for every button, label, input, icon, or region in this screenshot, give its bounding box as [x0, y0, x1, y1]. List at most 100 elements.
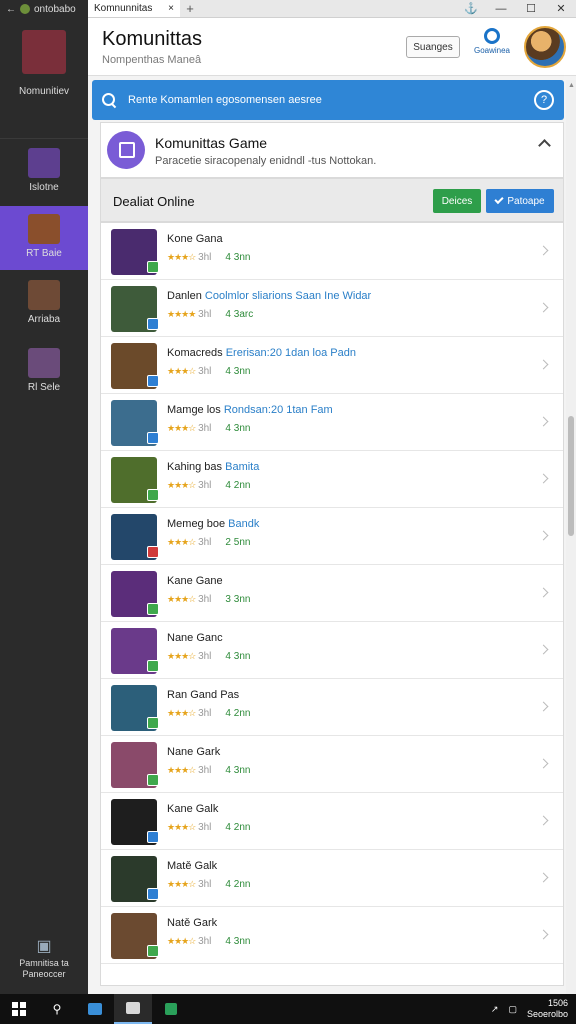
clock[interactable]: 1506 Seoerolbo	[527, 998, 568, 1020]
green-button[interactable]: Deices	[433, 189, 481, 213]
star-rating-icon: ★★★☆	[167, 765, 196, 775]
blue-button[interactable]: Patoape	[486, 189, 554, 213]
game-row[interactable]: Ran Gand Pas ★★★☆ 3hl 4 2nn	[101, 679, 563, 736]
game-name: Danlen Coolmlor sliarions Saan Ine Widar	[167, 290, 371, 302]
app-dot-icon	[20, 4, 30, 14]
tab-label: Komnunnitas	[94, 3, 153, 14]
player-count: 4 2nn	[225, 879, 251, 890]
sidebar-item-label: Arriaba	[27, 314, 61, 325]
game-row[interactable]: Matě Galk ★★★☆ 3hl 4 2nn	[101, 850, 563, 907]
scroll-up-icon[interactable]: ▲	[568, 82, 575, 89]
gear-button[interactable]: Goawinea	[472, 28, 512, 55]
chevron-right-icon[interactable]	[538, 587, 549, 598]
chevron-right-icon[interactable]	[538, 815, 549, 826]
search-taskbar-icon[interactable]: ⚲	[38, 994, 76, 1024]
search-bar[interactable]: Rente Komamlen egosomensen aesree ?	[92, 80, 564, 120]
player-count: 4 3nn	[225, 936, 251, 947]
close-icon[interactable]: ✕	[546, 0, 576, 17]
game-row[interactable]: Memeg boe Bandk ★★★☆ 3hl 2 5nn	[101, 508, 563, 565]
game-row[interactable]: Komacreds Ererisan:20 1dan loa Padn ★★★☆ …	[101, 337, 563, 394]
game-rating: ★★★☆ 3hl 3 3nn	[167, 594, 250, 605]
app-taskbar-icon-1[interactable]	[76, 994, 114, 1024]
game-rating: ★★★☆ 3hl 4 3nn	[167, 765, 250, 776]
game-row[interactable]: Mamge los Rondsan:20 1tan Fam ★★★☆ 3hl 4 3…	[101, 394, 563, 451]
minimize-icon[interactable]: —	[486, 0, 516, 17]
game-link[interactable]: Rondsan:20 1tan Fam	[224, 404, 333, 416]
game-name: Nane Gark	[167, 746, 220, 758]
pin-icon[interactable]: ⚓	[456, 0, 486, 17]
app-taskbar-icon-2[interactable]	[114, 994, 152, 1024]
game-row[interactable]: Natě Gark ★★★☆ 3hl 4 3nn	[101, 907, 563, 964]
left-sidebar: ← ontobabo Nomunitiev Islotne RT Baie Ar…	[0, 0, 88, 994]
star-rating-icon: ★★★☆	[167, 651, 196, 661]
game-row[interactable]: Danlen Coolmlor sliarions Saan Ine Widar…	[101, 280, 563, 337]
game-link[interactable]: Bamita	[225, 461, 259, 473]
header: Komunittas Nompenthas Maneâ Suanges Goaw…	[88, 18, 576, 76]
back-icon[interactable]: ←	[6, 4, 16, 15]
chevron-right-icon[interactable]	[538, 701, 549, 712]
chevron-right-icon[interactable]	[538, 245, 549, 256]
chevron-right-icon[interactable]	[538, 359, 549, 370]
game-row[interactable]: Kahing bas Bamita ★★★☆ 3hl 4 2nn	[101, 451, 563, 508]
chevron-up-icon[interactable]	[538, 139, 551, 152]
game-badge-icon	[147, 660, 159, 672]
game-rating: ★★★☆ 3hl 4 3nn	[167, 423, 250, 434]
game-badge-icon	[147, 603, 159, 615]
new-tab-icon[interactable]: +	[180, 0, 200, 17]
start-button[interactable]	[0, 994, 38, 1024]
game-row[interactable]: Kone Gana ★★★☆ 3hl 4 3nn	[101, 223, 563, 280]
chevron-right-icon[interactable]	[538, 872, 549, 883]
chevron-right-icon[interactable]	[538, 416, 549, 427]
section-title: Dealiat Online	[113, 194, 195, 209]
maximize-icon[interactable]: ☐	[516, 0, 546, 17]
game-link[interactable]: Coolmlor sliarions Saan Ine Widar	[205, 290, 371, 302]
game-row[interactable]: Kane Gane ★★★☆ 3hl 3 3nn	[101, 565, 563, 622]
chevron-right-icon[interactable]	[538, 302, 549, 313]
sidebar-item-label: RT Baie	[26, 248, 62, 259]
game-badge-icon	[147, 489, 159, 501]
scrollbar[interactable]: ▲	[566, 80, 576, 994]
community-card[interactable]: Komunittas Game Paracetie siracopenaly e…	[100, 122, 564, 178]
game-rating: ★★★☆ 3hl 4 2nn	[167, 879, 250, 890]
notification-icon[interactable]: ▢	[508, 1004, 517, 1015]
search-text: Rente Komamlen egosomensen aesree	[128, 94, 322, 106]
game-row[interactable]: Kane Galk ★★★☆ 3hl 4 2nn	[101, 793, 563, 850]
app-taskbar-icon-3[interactable]	[152, 994, 190, 1024]
avatar[interactable]	[524, 26, 566, 68]
chevron-right-icon[interactable]	[538, 929, 549, 940]
sidebar-item-home[interactable]: Nomunitiev	[0, 30, 88, 97]
help-icon[interactable]: ?	[534, 90, 554, 110]
taskbar: ⚲ ↗ ▢ 1506 Seoerolbo	[0, 994, 576, 1024]
game-title: Natě Gark	[167, 917, 218, 929]
player-count: 4 3arc	[225, 309, 254, 320]
clock-time: 1506	[547, 998, 568, 1008]
sidebar-item-4[interactable]: Rl Sele	[0, 348, 88, 398]
chevron-right-icon[interactable]	[538, 644, 549, 655]
sidebar-item-label: Islotne	[29, 182, 59, 193]
chevron-right-icon[interactable]	[538, 530, 549, 541]
game-badge-icon	[147, 546, 159, 558]
game-row[interactable]: Nane Ganc ★★★☆ 3hl 4 3nn	[101, 622, 563, 679]
sidebar-item-thumb	[28, 148, 60, 178]
sidebar-item-1[interactable]: Islotne	[0, 148, 88, 198]
community-icon	[107, 131, 145, 169]
game-badge-icon	[147, 318, 159, 330]
game-link[interactable]: Bandk	[228, 518, 259, 530]
game-name: Kane Gane	[167, 575, 223, 587]
chevron-right-icon[interactable]	[538, 758, 549, 769]
sidebar-item-2[interactable]: RT Baie	[0, 206, 88, 270]
tab-komunittas[interactable]: Komnunnitas ×	[88, 0, 180, 17]
close-tab-icon[interactable]: ×	[168, 3, 174, 14]
settings-button[interactable]: Suanges	[406, 36, 460, 58]
sidebar-divider	[0, 138, 88, 139]
game-link[interactable]: Ererisan:20 1dan loa Padn	[226, 347, 356, 359]
sidebar-item-bottom[interactable]: ▣ Pamnitisa ta Paneoccer	[0, 936, 88, 980]
game-row[interactable]: Nane Gark ★★★☆ 3hl 4 3nn	[101, 736, 563, 793]
game-rating: ★★★☆ 3hl 4 3nn	[167, 936, 250, 947]
chevron-right-icon[interactable]	[538, 473, 549, 484]
game-title: Nane Ganc	[167, 632, 223, 644]
sidebar-item-3[interactable]: Arriaba	[0, 280, 88, 330]
arrow-icon[interactable]: ↗	[491, 1004, 499, 1015]
gear-label: Goawinea	[473, 46, 511, 55]
scroll-thumb[interactable]	[568, 416, 574, 536]
